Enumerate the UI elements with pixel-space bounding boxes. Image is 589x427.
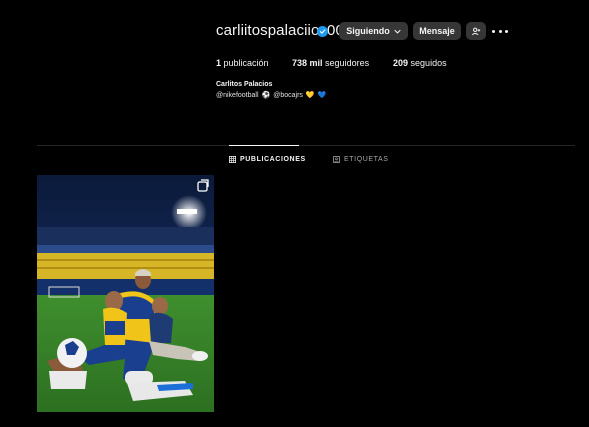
tab-etiquetas-label: ETIQUETAS (344, 156, 389, 163)
following-button[interactable]: Siguiendo (339, 22, 408, 40)
bio-mention-nikefootball[interactable]: @nikefootball (216, 92, 259, 99)
profile-bio: @nikefootball ⚽ @bocajrs 💛 💙 (216, 91, 327, 100)
tabs-divider (37, 145, 575, 146)
message-button[interactable]: Mensaje (413, 22, 461, 40)
message-button-label: Mensaje (419, 26, 455, 36)
posts-count-stat: 1 publicación (216, 58, 269, 68)
profile-full-name: Carlitos Palacios (216, 81, 273, 88)
tagged-icon (333, 156, 340, 163)
chevron-down-icon (394, 29, 401, 34)
following-stat[interactable]: 209 seguidos (393, 58, 447, 68)
grid-icon (229, 156, 236, 163)
tab-publicaciones-label: PUBLICACIONES (240, 156, 306, 163)
carousel-post-icon (197, 180, 209, 192)
post-photo (37, 175, 214, 412)
verified-badge-icon (317, 26, 328, 37)
soccer-ball-emoji-icon: ⚽ (261, 92, 271, 99)
following-button-label: Siguiendo (346, 26, 390, 36)
active-tab-indicator (229, 145, 299, 146)
add-user-icon (471, 27, 481, 35)
more-options-icon[interactable] (492, 22, 508, 40)
bio-mention-bocajrs[interactable]: @bocajrs (273, 92, 303, 99)
suggest-users-button[interactable] (466, 22, 486, 40)
post-thumbnail[interactable] (37, 175, 214, 412)
blue-heart-emoji-icon: 💙 (317, 92, 327, 99)
followers-stat[interactable]: 738 mil seguidores (292, 58, 369, 68)
tab-publicaciones[interactable]: PUBLICACIONES (229, 156, 306, 163)
tab-etiquetas[interactable]: ETIQUETAS (333, 156, 389, 163)
yellow-heart-emoji-icon: 💛 (305, 92, 315, 99)
